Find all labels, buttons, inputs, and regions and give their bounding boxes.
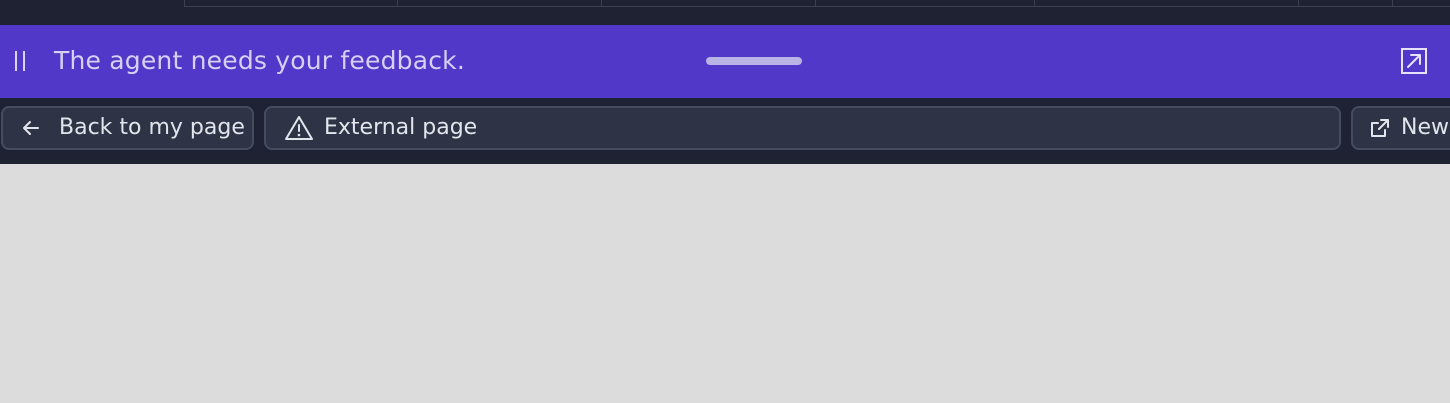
column-divider [397,0,398,6]
expand-arrow-icon[interactable] [1400,47,1428,75]
column-divider [184,0,185,6]
new-button-label: New [1401,115,1449,140]
external-page-url-bar[interactable]: External page [264,106,1341,150]
url-bar-label: External page [324,115,478,140]
external-link-icon [1369,117,1391,139]
warning-triangle-icon [284,114,314,142]
navigation-bar: Back to my page External page New [0,98,1450,164]
top-toolbar-strip [0,0,1450,25]
drag-handle[interactable] [706,57,802,65]
back-button-label: Back to my page [59,115,245,140]
column-divider [1298,0,1299,6]
arrow-left-icon [21,118,41,138]
column-divider [1392,0,1393,6]
column-divider [601,0,602,6]
new-tab-button[interactable]: New [1351,106,1450,150]
back-to-my-page-button[interactable]: Back to my page [1,106,254,150]
page-content-area [0,164,1450,403]
column-header-strip [184,0,1450,7]
column-divider [1034,0,1035,6]
pause-icon[interactable] [12,49,32,75]
agent-feedback-banner: The agent needs your feedback. [0,25,1450,98]
column-divider [815,0,816,6]
banner-message: The agent needs your feedback. [54,46,466,75]
